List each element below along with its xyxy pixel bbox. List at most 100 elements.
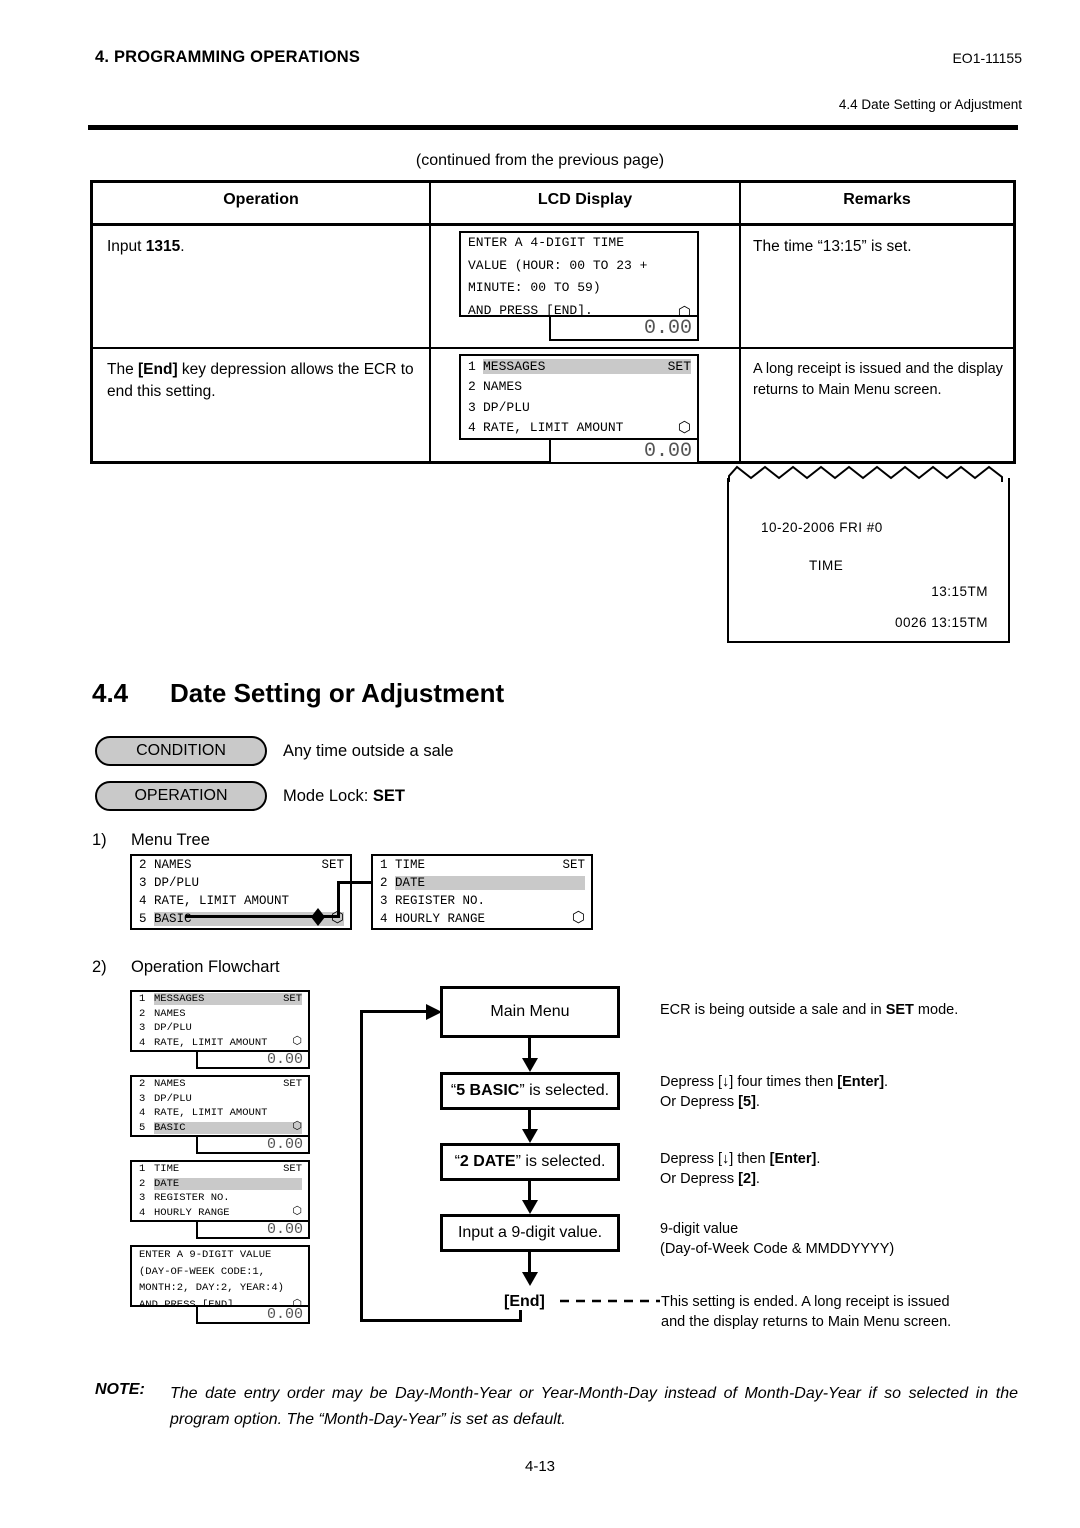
flow-return-line-top (360, 1010, 428, 1013)
lcd-line: VALUE (HOUR: 00 TO 23 + (468, 257, 648, 273)
page-root: 4. PROGRAMMING OPERATIONS EO1-11155 4.4 … (0, 0, 1080, 1528)
receipt-time: 13:15TM (931, 584, 988, 599)
flow-return-line-bottom (360, 1319, 520, 1322)
up-down-arrow-icon: ⬡ (292, 1206, 302, 1218)
condition-badge: CONDITION (95, 736, 267, 766)
lcd-item-num: 2 (139, 1007, 146, 1020)
lcd-item-text: REGISTER NO. (154, 1192, 230, 1205)
document-code: EO1-11155 (952, 50, 1022, 66)
menu-tree-panel-date: 1 TIME SET 2 DATE 3 REGISTER NO. 4 HOURLY RAN… (371, 854, 593, 930)
operation-text: Mode Lock: SET (283, 787, 405, 806)
lcd-item-text: DP/PLU (154, 1092, 192, 1105)
lcd-mode-label: SET (321, 858, 344, 872)
table-row-2-operation: The [End] key depression allows the ECR … (107, 359, 419, 403)
lcd-subdisplay-amount: 0.00 (549, 317, 699, 341)
lcd-item-num: 3 (380, 894, 388, 908)
lcd-item-num: 4 (139, 1206, 146, 1219)
lcd-item-text: RATE, LIMIT AMOUNT (154, 1036, 268, 1049)
lcd-item-num: 3 (139, 1022, 146, 1035)
lcd-item-text: DATE (154, 1177, 302, 1190)
note-post: . (816, 1151, 821, 1167)
note-pre-2: Or Depress (660, 1170, 739, 1187)
operation-badge-label: OPERATION (134, 787, 228, 804)
condition-text: Any time outside a sale (283, 742, 454, 760)
lcd-mode-label: SET (283, 1078, 302, 1091)
table-header-operation: Operation (223, 191, 299, 208)
flow-step-basic-selected: “5 BASIC” is selected. (440, 1072, 620, 1110)
operation-badge: OPERATION (95, 781, 267, 811)
flow-step-main-menu: Main Menu (440, 986, 620, 1038)
lcd-item-text: DP/PLU (154, 876, 200, 890)
mode-lock-label: Mode Lock: (283, 787, 373, 805)
flow-step-label: 5 BASIC (456, 1082, 520, 1099)
lcd-item-num: 1 (139, 1163, 146, 1176)
table-row-divider (93, 347, 1013, 349)
lcd-line: ENTER A 4-DIGIT TIME (468, 235, 625, 250)
lcd-item-num: 4 (139, 1107, 146, 1120)
op1-post: . (180, 238, 185, 255)
section-number: 4.4 (92, 678, 129, 708)
torn-edge-icon (728, 465, 1003, 482)
chapter-title: 4. PROGRAMMING OPERATIONS (95, 48, 361, 66)
operation-table: Operation LCD Display Remarks Input 1315… (90, 180, 1016, 464)
lcd-line: MINUTE: 00 TO 59) (468, 280, 601, 295)
page-title: Date Setting or Adjustment (170, 678, 505, 708)
flow-end-line (519, 1310, 522, 1322)
dashed-connector (560, 1299, 660, 1303)
up-down-arrow-icon: ⬡ (292, 1121, 302, 1133)
flowchart-list-label: Operation Flowchart (131, 958, 280, 976)
lcd-item-text: NAMES (154, 858, 192, 872)
receipt-sample: 10-20-2006 FRI #0 TIME 13:15TM 0026 13:1… (727, 465, 1010, 643)
flow-lcd-panel-2: 2 NAMES SET 3 DP/PLU 4 RATE, LIMIT AMOUNT 5B… (130, 1075, 310, 1137)
op2-bold: [End] (138, 361, 178, 378)
lcd-mode-label: SET (283, 993, 302, 1006)
lcd-item-num: 2 (139, 1078, 146, 1091)
flow-step-date-selected: “2 DATE” is selected. (440, 1143, 620, 1181)
table-header-remarks: Remarks (843, 191, 911, 208)
quote-close: ” is selected. (515, 1153, 606, 1170)
note-label: NOTE: (95, 1381, 145, 1398)
lcd-item-text: REGISTER NO. (395, 894, 486, 908)
op1-pre: Input (107, 238, 146, 255)
menu-tree-connector-h3 (337, 881, 372, 884)
up-down-arrow-icon: ⬡ (292, 1036, 302, 1048)
lcd-display-main-menu: 1 MESSAGES SET 2 NAMES 3 DP/PLU 4 RATE, LIMIT… (459, 354, 699, 440)
flow-step-label: Main Menu (490, 1003, 570, 1020)
lcd-display-time-entry: ENTER A 4-DIGIT TIME VALUE (HOUR: 00 TO … (459, 231, 699, 321)
flow-lcd-panel-3: 1 TIME SET 2 DATE 3 REGISTER NO. 4 HOURLY RAN… (130, 1160, 310, 1222)
lcd-mode-label: SET (283, 1163, 302, 1176)
lcd-item-text: NAMES (483, 379, 523, 395)
up-down-arrow-icon: ⬡ (571, 910, 585, 927)
menu-tree-list-label: Menu Tree (131, 831, 210, 849)
lcd-item-num: 2 (139, 1177, 146, 1190)
flowchart-list-number: 2) (92, 958, 107, 976)
flow-note-input-value: 9-digit value (Day-of-Week Code & MMDDYY… (660, 1220, 1010, 1259)
receipt-consecutive: 0026 13:15TM (894, 615, 988, 630)
flow-note-date: Depress [↓] then [Enter]. Or Depress [2]… (660, 1150, 1010, 1189)
op1-bold: 1315 (145, 238, 181, 255)
lcd-item-text: DP/PLU (154, 1022, 192, 1035)
flow-lcd-subdisplay-4: 0.00 (196, 1306, 310, 1324)
note-pre-2: Or Depress (660, 1093, 739, 1110)
lcd-item-text: BASIC (154, 1121, 302, 1134)
lcd-item-text: TIME (395, 858, 426, 872)
lcd-line: (DAY-OF-WEEK CODE:1, (139, 1265, 266, 1278)
note-bold: [Enter] (837, 1074, 885, 1090)
flow-lcd-subdisplay-3: 0.00 (196, 1221, 310, 1239)
menu-tree-connector-h1 (185, 915, 315, 918)
lcd-item-num: 4 (139, 894, 147, 908)
flow-end-label: [End] (504, 1293, 545, 1310)
note-pre: Depress [↓] four times then (660, 1074, 838, 1090)
table-row-2-remarks: A long receipt is issued and the display… (753, 361, 1003, 398)
note-line-1: This setting is ended. A long receipt is… (661, 1294, 950, 1310)
flow-note-main-menu: ECR is being outside a sale and in SET m… (660, 1001, 1010, 1021)
note-line-1: 9-digit value (660, 1221, 739, 1237)
continued-note: (continued from the previous page) (415, 152, 665, 169)
flow-lcd-subdisplay-2: 0.00 (196, 1136, 310, 1154)
lcd-item-num: 3 (139, 1092, 146, 1105)
lcd-item-num: 1 (139, 993, 146, 1006)
note-post-2: . (755, 1170, 760, 1187)
lcd-item-num: 4 (380, 912, 388, 926)
condition-badge-label: CONDITION (136, 742, 226, 759)
lcd-item-num: 5 (139, 1121, 146, 1134)
